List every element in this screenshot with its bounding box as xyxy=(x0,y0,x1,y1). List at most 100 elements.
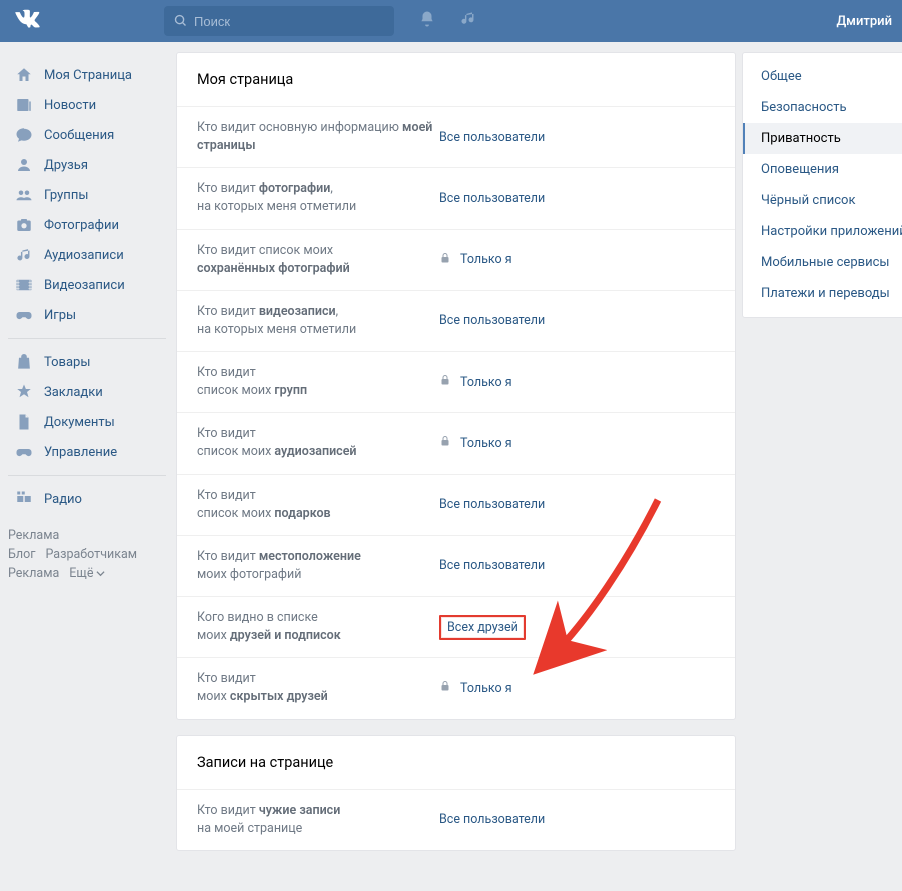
video-icon xyxy=(14,275,34,295)
nav-label: Фотографии xyxy=(44,218,119,233)
setting-value-dropdown[interactable]: Все пользователи xyxy=(439,497,545,512)
setting-value-dropdown[interactable]: Все пользователи xyxy=(439,191,545,206)
setting-label: Кто видитсписок моих аудиозаписей xyxy=(197,425,439,461)
setting-value-dropdown[interactable]: Всех друзей xyxy=(439,615,526,640)
nav-item-news[interactable]: Новости xyxy=(8,90,166,120)
search-input[interactable] xyxy=(164,6,394,36)
nav-label: Закладки xyxy=(44,385,103,400)
card-title: Моя страница xyxy=(177,53,735,106)
news-icon xyxy=(14,95,34,115)
settings-nav-item[interactable]: Настройки приложений xyxy=(743,216,902,247)
settings-nav-item[interactable]: Безопасность xyxy=(743,92,902,123)
setting-value-dropdown[interactable]: Только я xyxy=(439,374,512,390)
friends-icon xyxy=(14,155,34,175)
privacy-setting-row: Кто видит список моихсохранённых фотогра… xyxy=(177,229,735,290)
setting-value-dropdown[interactable]: Все пользователи xyxy=(439,130,545,145)
setting-value-dropdown[interactable]: Только я xyxy=(439,252,512,268)
setting-value-text: Всех друзей xyxy=(447,620,518,635)
lock-icon xyxy=(439,374,451,390)
setting-label: Кто видит список моихсохранённых фотогра… xyxy=(197,242,439,278)
settings-nav-item[interactable]: Приватность xyxy=(743,123,902,154)
nav-label: Игры xyxy=(44,308,76,323)
privacy-setting-row: Кого видно в спискемоих друзей и подписо… xyxy=(177,596,735,657)
setting-value-text: Все пользователи xyxy=(439,558,545,573)
nav-label: Моя Страница xyxy=(44,68,132,83)
setting-value-text: Только я xyxy=(460,375,512,390)
nav-label: Документы xyxy=(44,415,115,430)
footer-dev[interactable]: Разработчикам xyxy=(45,547,137,562)
home-icon xyxy=(14,65,34,85)
setting-label: Кто видитмоих скрытых друзей xyxy=(197,670,439,706)
chevron-down-icon xyxy=(96,569,105,578)
settings-nav-item[interactable]: Общее xyxy=(743,61,902,92)
nav-label: Группы xyxy=(44,188,88,203)
footer-ad2[interactable]: Реклама xyxy=(8,566,59,581)
radio-icon xyxy=(14,489,34,509)
docs-icon xyxy=(14,412,34,432)
nav-item-video[interactable]: Видеозаписи xyxy=(8,270,166,300)
setting-value-dropdown[interactable]: Все пользователи xyxy=(439,558,545,573)
vk-logo[interactable] xyxy=(14,7,42,35)
nav-separator xyxy=(8,338,166,339)
settings-nav-item[interactable]: Платежи и переводы xyxy=(743,278,902,309)
topbar: Дмитрий xyxy=(0,0,902,42)
music-icon[interactable] xyxy=(460,11,477,32)
nav-item-msg[interactable]: Сообщения xyxy=(8,120,166,150)
settings-nav: ОбщееБезопасностьПриватностьОповещенияЧё… xyxy=(742,52,902,318)
footer-blog[interactable]: Блог xyxy=(8,547,35,562)
privacy-card-posts: Записи на странице Кто видит чужие запис… xyxy=(176,735,736,851)
privacy-setting-row: Кто видит местоположениемоих фотографийВ… xyxy=(177,535,735,596)
setting-value-dropdown[interactable]: Только я xyxy=(439,680,512,696)
manage-icon xyxy=(14,442,34,462)
nav-item-home[interactable]: Моя Страница xyxy=(8,60,166,90)
footer-more[interactable]: Ещё xyxy=(69,566,105,581)
setting-label: Кто видит основную информацию моей стран… xyxy=(197,119,439,155)
nav-label: Управление xyxy=(44,445,117,460)
nav-label: Сообщения xyxy=(44,128,114,143)
nav-label: Друзья xyxy=(44,158,88,173)
setting-value-dropdown[interactable]: Только я xyxy=(439,435,512,451)
setting-label: Кто видит местоположениемоих фотографий xyxy=(197,548,439,584)
photo-icon xyxy=(14,215,34,235)
setting-value-dropdown[interactable]: Все пользователи xyxy=(439,313,545,328)
nav-item-manage[interactable]: Управление xyxy=(8,437,166,467)
setting-value-text: Только я xyxy=(460,681,512,696)
nav-item-audio[interactable]: Аудиозаписи xyxy=(8,240,166,270)
setting-label: Кто видит видеозаписи,на которых меня от… xyxy=(197,303,439,339)
highlight-box: Всех друзей xyxy=(439,615,526,640)
setting-value-dropdown[interactable]: Все пользователи xyxy=(439,812,545,827)
footer-ad[interactable]: Реклама xyxy=(8,528,59,543)
nav-label: Радио xyxy=(44,492,82,507)
nav-item-games[interactable]: Игры xyxy=(8,300,166,330)
nav-label: Товары xyxy=(44,355,90,370)
privacy-card-my-page: Моя страница Кто видит основную информац… xyxy=(176,52,736,720)
lock-icon xyxy=(439,435,451,451)
nav-item-docs[interactable]: Документы xyxy=(8,407,166,437)
nav-item-groups[interactable]: Группы xyxy=(8,180,166,210)
nav-item-radio[interactable]: Радио xyxy=(8,484,166,514)
footer-links: Реклама Блог Разработчикам Реклама Ещё xyxy=(8,528,166,581)
username[interactable]: Дмитрий xyxy=(836,14,892,29)
settings-nav-item[interactable]: Оповещения xyxy=(743,154,902,185)
nav-item-market[interactable]: Товары xyxy=(8,347,166,377)
settings-nav-item[interactable]: Мобильные сервисы xyxy=(743,247,902,278)
nav-label: Аудиозаписи xyxy=(44,248,124,263)
setting-value-text: Только я xyxy=(460,436,512,451)
nav-item-bookmark[interactable]: Закладки xyxy=(8,377,166,407)
bell-icon[interactable] xyxy=(418,10,436,32)
lock-icon xyxy=(439,252,451,268)
setting-label: Кого видно в спискемоих друзей и подписо… xyxy=(197,609,439,645)
privacy-setting-row: Кто видит чужие записина моей страницеВс… xyxy=(177,789,735,850)
settings-nav-item[interactable]: Чёрный список xyxy=(743,185,902,216)
nav-label: Видеозаписи xyxy=(44,278,125,293)
privacy-setting-row: Кто видит основную информацию моей стран… xyxy=(177,106,735,167)
nav-item-photo[interactable]: Фотографии xyxy=(8,210,166,240)
privacy-setting-row: Кто видит фотографии,на которых меня отм… xyxy=(177,167,735,228)
audio-icon xyxy=(14,245,34,265)
search-icon xyxy=(173,13,188,32)
setting-label: Кто видит чужие записина моей странице xyxy=(197,802,439,838)
nav-item-friends[interactable]: Друзья xyxy=(8,150,166,180)
main-column: Моя страница Кто видит основную информац… xyxy=(176,52,736,866)
search-wrap xyxy=(164,6,394,36)
nav-label: Новости xyxy=(44,98,96,113)
